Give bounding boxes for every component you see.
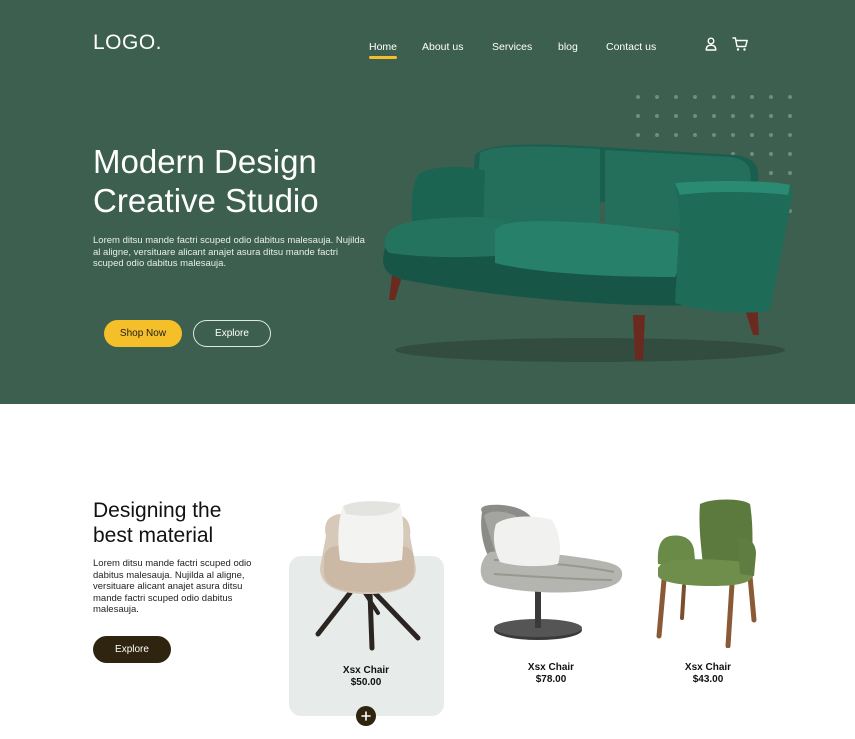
hero-title-line-1: Modern Design [93, 143, 317, 180]
decorative-dot [788, 95, 792, 99]
product-name-1: Xsx Chair [342, 665, 390, 676]
product-name-3: Xsx Chair [684, 662, 732, 673]
section-description: Lorem ditsu mande factri scuped odio dab… [93, 558, 252, 615]
hero-explore-button[interactable]: Explore [193, 320, 271, 347]
gray-lounge-chair-image[interactable] [474, 502, 626, 644]
decorative-dot [693, 95, 697, 99]
product-name-2: Xsx Chair [527, 662, 575, 673]
decorative-dot [731, 95, 735, 99]
sofa-image [383, 144, 793, 362]
nav-blog[interactable]: blog [558, 41, 578, 53]
nav-contact-us[interactable]: Contact us [606, 41, 656, 53]
plus-icon [361, 711, 371, 721]
add-to-cart-button[interactable] [356, 706, 376, 726]
decorative-dot [769, 114, 773, 118]
decorative-dot [750, 114, 754, 118]
decorative-dot [712, 114, 716, 118]
decorative-dot [712, 95, 716, 99]
product-price-2: $78.00 [535, 674, 567, 685]
decorative-dot [788, 114, 792, 118]
nav-home[interactable]: Home [369, 41, 398, 59]
decorative-dot [769, 95, 773, 99]
green-dining-chair-image[interactable] [652, 498, 762, 648]
user-icon[interactable] [703, 36, 721, 54]
section-title: Designing the best material [93, 498, 221, 548]
decorative-dot [636, 95, 640, 99]
cart-icon[interactable] [732, 36, 750, 54]
nav-about-us[interactable]: About us [422, 41, 463, 53]
decorative-dot [674, 95, 678, 99]
product-price-1: $50.00 [350, 677, 382, 688]
decorative-dot [750, 95, 754, 99]
decorative-dot [674, 114, 678, 118]
decorative-dot [636, 114, 640, 118]
hero-title-line-2: Creative Studio [93, 182, 319, 219]
section-title-line-1: Designing the [93, 499, 222, 522]
decorative-dot [655, 95, 659, 99]
decorative-dot [655, 114, 659, 118]
decorative-dot [731, 114, 735, 118]
section-explore-button[interactable]: Explore [93, 636, 171, 663]
hero-description: Lorem ditsu mande factri scuped odio dab… [93, 235, 365, 269]
nav-services[interactable]: Services [492, 41, 532, 53]
logo[interactable]: LOGO. [93, 31, 162, 55]
hero-title: Modern Design Creative Studio [93, 142, 319, 220]
section-title-line-2: best material [93, 524, 214, 547]
shop-now-button[interactable]: Shop Now [104, 320, 182, 347]
beige-chair-image[interactable] [310, 498, 425, 653]
product-price-3: $43.00 [692, 674, 724, 685]
decorative-dot [693, 114, 697, 118]
hero-section: LOGO. Home About us Services blog Contac… [0, 0, 855, 404]
